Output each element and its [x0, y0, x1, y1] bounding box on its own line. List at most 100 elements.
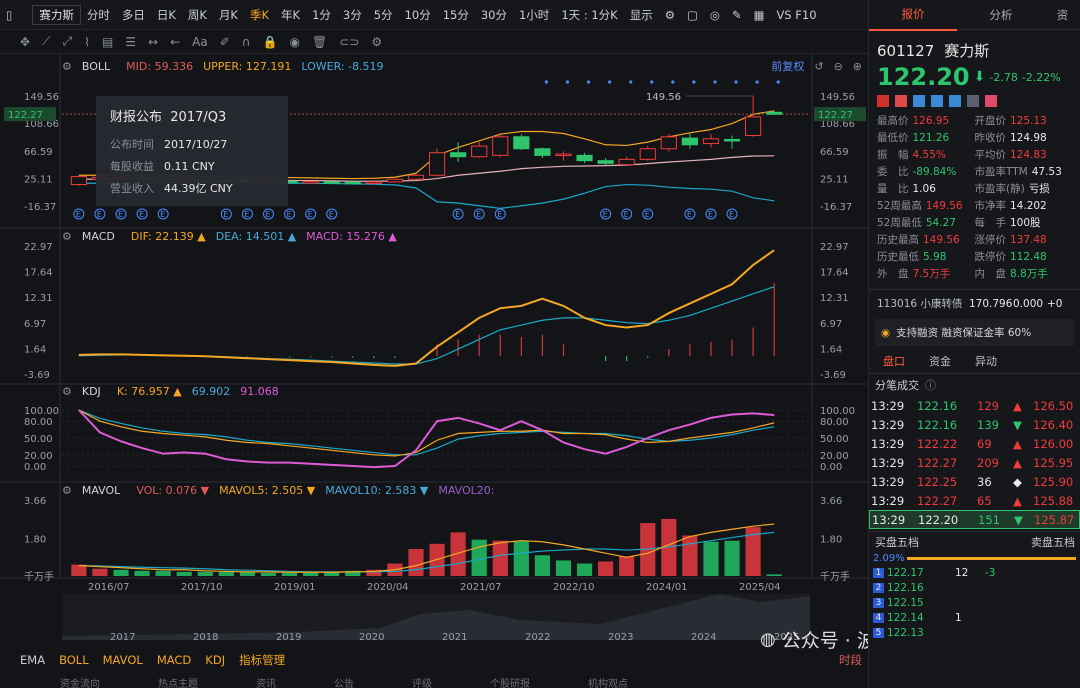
earnings-icon-glyph: E — [455, 210, 460, 219]
heart-icon[interactable] — [985, 95, 997, 107]
bottom-tab[interactable]: 资讯 — [256, 676, 276, 688]
quote-value: 1.06 — [912, 183, 936, 195]
period-tab[interactable]: 1分 — [306, 7, 337, 23]
indicator-manager[interactable]: 指标管理 — [239, 652, 285, 668]
bottom-tab[interactable]: 个股研报 — [490, 676, 530, 688]
display-menu[interactable]: 显示 — [624, 7, 659, 23]
candle-body — [660, 136, 677, 150]
camera-icon[interactable]: ◎ — [704, 8, 726, 22]
quote-label: 开盘价 — [974, 115, 1007, 127]
lock-icon[interactable]: 🔒 — [263, 35, 278, 49]
period-tab[interactable]: 年K — [275, 7, 306, 23]
period-tab[interactable]: 日K — [151, 7, 182, 23]
trash-icon[interactable]: 🗑 — [312, 35, 327, 49]
quote-label: 市盈率TTM — [974, 166, 1028, 178]
tab-orderbook[interactable]: 盘口 — [883, 353, 905, 369]
bottom-tab[interactable]: 评级 — [412, 676, 432, 688]
period-tab[interactable]: 1天 : 1分K — [555, 7, 623, 23]
bid-row[interactable]: 4 122.14 1 — [869, 610, 1080, 625]
date-tick: 2022/10 — [553, 582, 595, 593]
convertible-bond-row[interactable]: 113016 小康转债 170.796 0.000 +0 — [869, 289, 1080, 317]
period-tab[interactable]: 3分 — [337, 7, 368, 23]
gear-icon[interactable]: ⚙ — [62, 385, 72, 398]
margin-icon[interactable] — [949, 95, 961, 107]
bottom-tab[interactable]: 资金流向 — [60, 676, 100, 688]
indicator-ema[interactable]: EMA — [20, 653, 45, 667]
bid-row[interactable]: 3 122.15 — [869, 595, 1080, 610]
tab-movement[interactable]: 异动 — [975, 353, 997, 369]
indicator-kdj[interactable]: KDJ — [205, 653, 225, 667]
earnings-icon-glyph: E — [287, 210, 292, 219]
fib-tool-icon[interactable]: ☰ — [125, 35, 136, 49]
info-icon[interactable]: ⓘ — [925, 377, 936, 393]
magnet-icon[interactable]: ∩ — [242, 35, 251, 49]
wave-tool-icon[interactable]: ⌇ — [84, 35, 90, 49]
period-tab[interactable]: 30分 — [475, 7, 513, 23]
measure-tool-icon[interactable]: ↔ — [148, 35, 158, 49]
session-button[interactable]: 时段 — [839, 652, 862, 668]
gear-icon[interactable]: ⚙ — [62, 484, 72, 497]
line-tool-icon[interactable]: ⟋ — [42, 34, 50, 49]
period-tab[interactable]: 多日 — [116, 7, 151, 23]
tab-quote[interactable]: 报价 — [869, 0, 957, 31]
arrow-tool-icon[interactable]: ← — [170, 35, 180, 49]
margin-banner[interactable]: ◉ 支持融资 融资保证金率 60% — [875, 319, 1074, 346]
tab-analysis[interactable]: 分析 — [957, 0, 1045, 30]
event-dot — [755, 80, 759, 84]
period-tab[interactable]: 5分 — [368, 7, 399, 23]
bottom-tab[interactable]: 热点主题 — [158, 676, 198, 688]
period-tab[interactable]: 15分 — [437, 7, 475, 23]
ray-tool-icon[interactable]: ⤢ — [62, 34, 72, 49]
badge-row — [869, 91, 1080, 113]
navigator-year: 2023 — [608, 632, 633, 643]
trade-row: 13:29 122.16 129 ▲ 126.50 — [869, 396, 1080, 415]
pen-icon[interactable]: ✎ — [726, 8, 748, 22]
settings-icon[interactable]: ⚙ — [659, 8, 681, 22]
quote-value: 亏损 — [1028, 183, 1050, 195]
link-icon[interactable]: ⊂⊃ — [339, 35, 359, 49]
navigator-year: 2020 — [359, 632, 384, 643]
indicator-mavol[interactable]: MAVOL — [103, 653, 143, 667]
period-tab[interactable]: 10分 — [399, 7, 437, 23]
bid-row[interactable]: 5 122.13 — [869, 625, 1080, 640]
compare-button[interactable]: VS F10 — [770, 8, 822, 22]
sidebar-toggle-icon[interactable]: ▯ — [0, 8, 18, 22]
trade-volume: 65 — [977, 493, 992, 508]
crosshair-icon[interactable]: ✥ — [20, 35, 30, 49]
indicator-macd[interactable]: MACD — [157, 653, 191, 667]
lightning-icon[interactable] — [895, 95, 907, 107]
date-tick: 2025/04 — [739, 582, 781, 593]
quote-value: 47.53 — [1031, 166, 1062, 178]
trade-volume: 69 — [977, 436, 992, 451]
shanghai-icon[interactable] — [931, 95, 943, 107]
bid-row[interactable]: 1 122.17 12 -3 — [869, 565, 1080, 580]
period-tab-active[interactable]: 季K — [244, 7, 275, 23]
stock-title: 601127 赛力斯 — [869, 30, 1080, 61]
layout-icon[interactable]: ▢ — [681, 8, 704, 22]
event-dot — [586, 80, 591, 84]
tab-more[interactable]: 资 — [1045, 0, 1080, 30]
period-tab[interactable]: 分时 — [81, 7, 116, 23]
kdj-j-line — [78, 409, 775, 469]
period-tab[interactable]: 月K — [213, 7, 244, 23]
quote-cell: 跌停价 112.48 — [975, 249, 1073, 264]
tab-capital[interactable]: 资金 — [929, 353, 951, 369]
stock-selector[interactable]: 赛力斯 — [32, 4, 81, 25]
connect-icon[interactable] — [913, 95, 925, 107]
period-tab[interactable]: 周K — [182, 7, 213, 23]
document-icon[interactable] — [967, 95, 979, 107]
volume-bar — [619, 556, 635, 576]
indicator-boll[interactable]: BOLL — [59, 653, 89, 667]
channel-tool-icon[interactable]: ▤ — [102, 35, 113, 49]
grid-icon[interactable]: ▦ — [748, 8, 771, 22]
bottom-tab[interactable]: 公告 — [334, 676, 354, 688]
eye-icon[interactable]: ◉ — [290, 35, 300, 49]
brush-icon[interactable]: ✐ — [220, 35, 230, 49]
period-tab[interactable]: 1小时 — [513, 7, 555, 23]
bid-row[interactable]: 2 122.16 — [869, 580, 1080, 595]
text-tool[interactable]: Aa — [192, 35, 208, 49]
gear-icon[interactable]: ⚙ — [62, 230, 72, 243]
bottom-tab[interactable]: 机构观点 — [588, 676, 628, 688]
vol-tick-left: 1.80 — [24, 535, 46, 546]
settings-icon[interactable]: ⚙ — [371, 35, 382, 49]
